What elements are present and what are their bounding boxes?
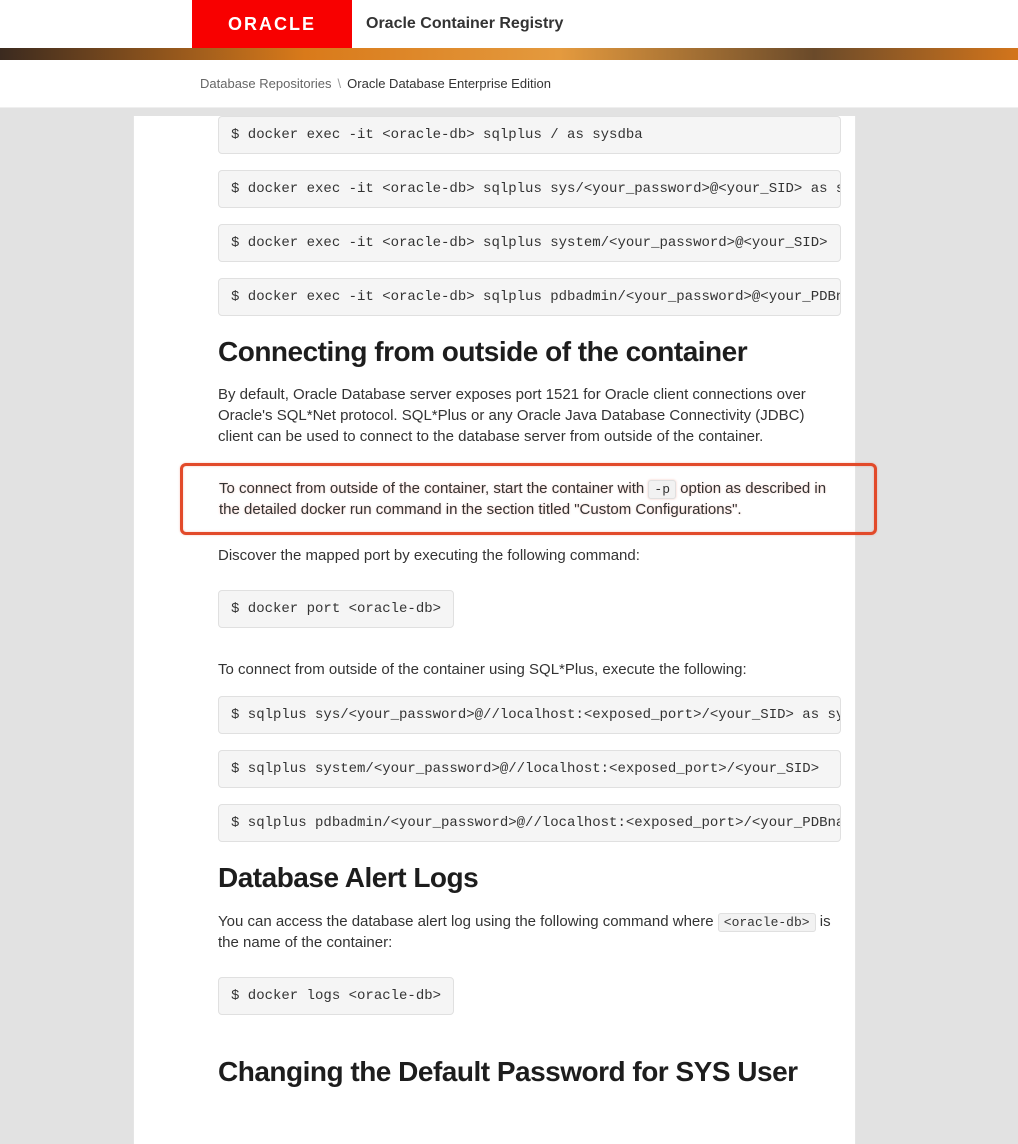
paragraph: By default, Oracle Database server expos… xyxy=(218,384,841,447)
oracle-logo: ORACLE xyxy=(192,0,352,48)
code-block: $ sqlplus sys/<your_password>@//localhos… xyxy=(218,696,841,734)
code-block: $ docker exec -it <oracle-db> sqlplus sy… xyxy=(218,224,841,262)
text: You can access the database alert log us… xyxy=(218,913,718,930)
section-heading-alert-logs: Database Alert Logs xyxy=(218,862,841,894)
highlight-box: To connect from outside of the container… xyxy=(180,463,877,535)
text: To connect from outside of the container… xyxy=(219,480,648,497)
code-block: $ docker exec -it <oracle-db> sqlplus sy… xyxy=(218,170,841,208)
breadcrumb: Database Repositories \ Oracle Database … xyxy=(0,60,1018,108)
breadcrumb-current: Oracle Database Enterprise Edition xyxy=(347,76,551,91)
paragraph: Discover the mapped port by executing th… xyxy=(218,545,841,566)
code-block: $ sqlplus system/<your_password>@//local… xyxy=(218,750,841,788)
product-title: Oracle Container Registry xyxy=(352,0,563,48)
paragraph: To connect from outside of the container… xyxy=(218,659,841,680)
code-block: $ sqlplus pdbadmin/<your_password>@//loc… xyxy=(218,804,841,842)
paragraph: To connect from outside of the container… xyxy=(219,478,840,520)
code-block: $ docker exec -it <oracle-db> sqlplus pd… xyxy=(218,278,841,316)
code-block: $ docker exec -it <oracle-db> sqlplus / … xyxy=(218,116,841,154)
breadcrumb-separator: \ xyxy=(338,76,342,91)
code-block: $ docker port <oracle-db> xyxy=(218,590,454,628)
inline-code: <oracle-db> xyxy=(718,913,816,932)
inline-code: -p xyxy=(648,480,676,499)
paragraph: You can access the database alert log us… xyxy=(218,911,841,953)
page-panel: $ docker exec -it <oracle-db> sqlplus / … xyxy=(133,116,856,1144)
breadcrumb-parent-link[interactable]: Database Repositories xyxy=(200,76,332,91)
section-heading-connecting: Connecting from outside of the container xyxy=(218,336,841,368)
code-block: $ docker logs <oracle-db> xyxy=(218,977,454,1015)
section-heading-password: Changing the Default Password for SYS Us… xyxy=(218,1056,841,1088)
banner-strip xyxy=(0,48,1018,60)
top-bar: ORACLE Oracle Container Registry xyxy=(0,0,1018,48)
